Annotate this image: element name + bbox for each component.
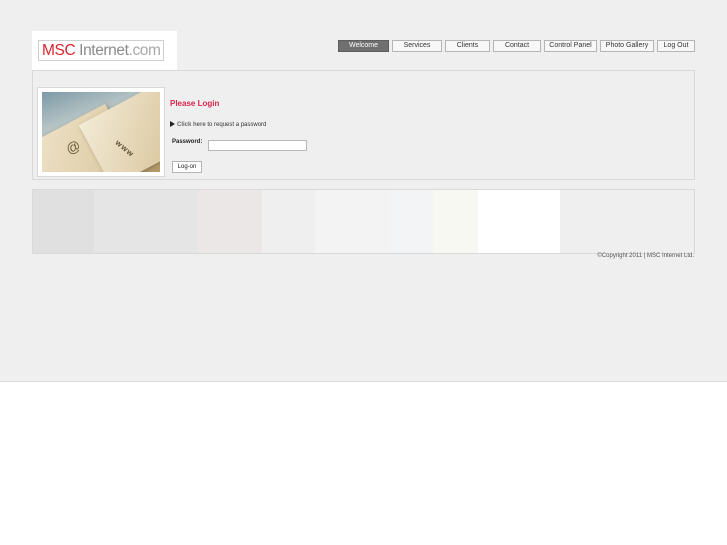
banner-segment — [433, 190, 478, 253]
business-cards-photo: @ www — [42, 92, 160, 172]
logo-msc: MSC — [42, 42, 76, 59]
password-input[interactable] — [208, 140, 307, 151]
login-panel: @ www Please Login Click here to request… — [32, 70, 695, 180]
logo-com: .com — [128, 42, 161, 59]
logo-wordmark: MSC Internet.com — [38, 40, 164, 61]
banner-segment — [198, 190, 262, 253]
copyright-text: ©Copyright 2011 | MSC Internet Ltd. — [597, 253, 694, 259]
password-label: Password: — [172, 139, 203, 145]
nav-photo-gallery[interactable]: Photo Gallery — [600, 40, 654, 52]
nav-control-panel[interactable]: Control Panel — [544, 40, 597, 52]
nav-clients[interactable]: Clients — [445, 40, 490, 52]
logo-internet: Internet — [75, 42, 129, 59]
nav-welcome[interactable]: Welcome — [338, 40, 389, 52]
logon-button[interactable]: Log-on — [172, 161, 202, 173]
nav-services[interactable]: Services — [392, 40, 442, 52]
banner-segment — [478, 190, 560, 253]
decorative-banner — [32, 189, 695, 254]
banner-segment — [315, 190, 389, 253]
request-password-text: to request a password — [205, 122, 267, 128]
banner-segment — [94, 190, 198, 253]
photo-frame: @ www — [37, 87, 165, 177]
nav-log-out[interactable]: Log Out — [657, 40, 695, 52]
banner-segment — [33, 190, 94, 253]
banner-segment — [262, 190, 315, 253]
arrow-right-icon — [170, 121, 175, 127]
click-here-link[interactable]: Click here — [177, 122, 206, 128]
request-password-line: Click here to request a password — [170, 121, 266, 128]
login-title: Please Login — [170, 99, 220, 108]
logo[interactable]: MSC Internet.com — [32, 31, 177, 73]
nav-contact[interactable]: Contact — [493, 40, 541, 52]
banner-segment — [389, 190, 433, 253]
